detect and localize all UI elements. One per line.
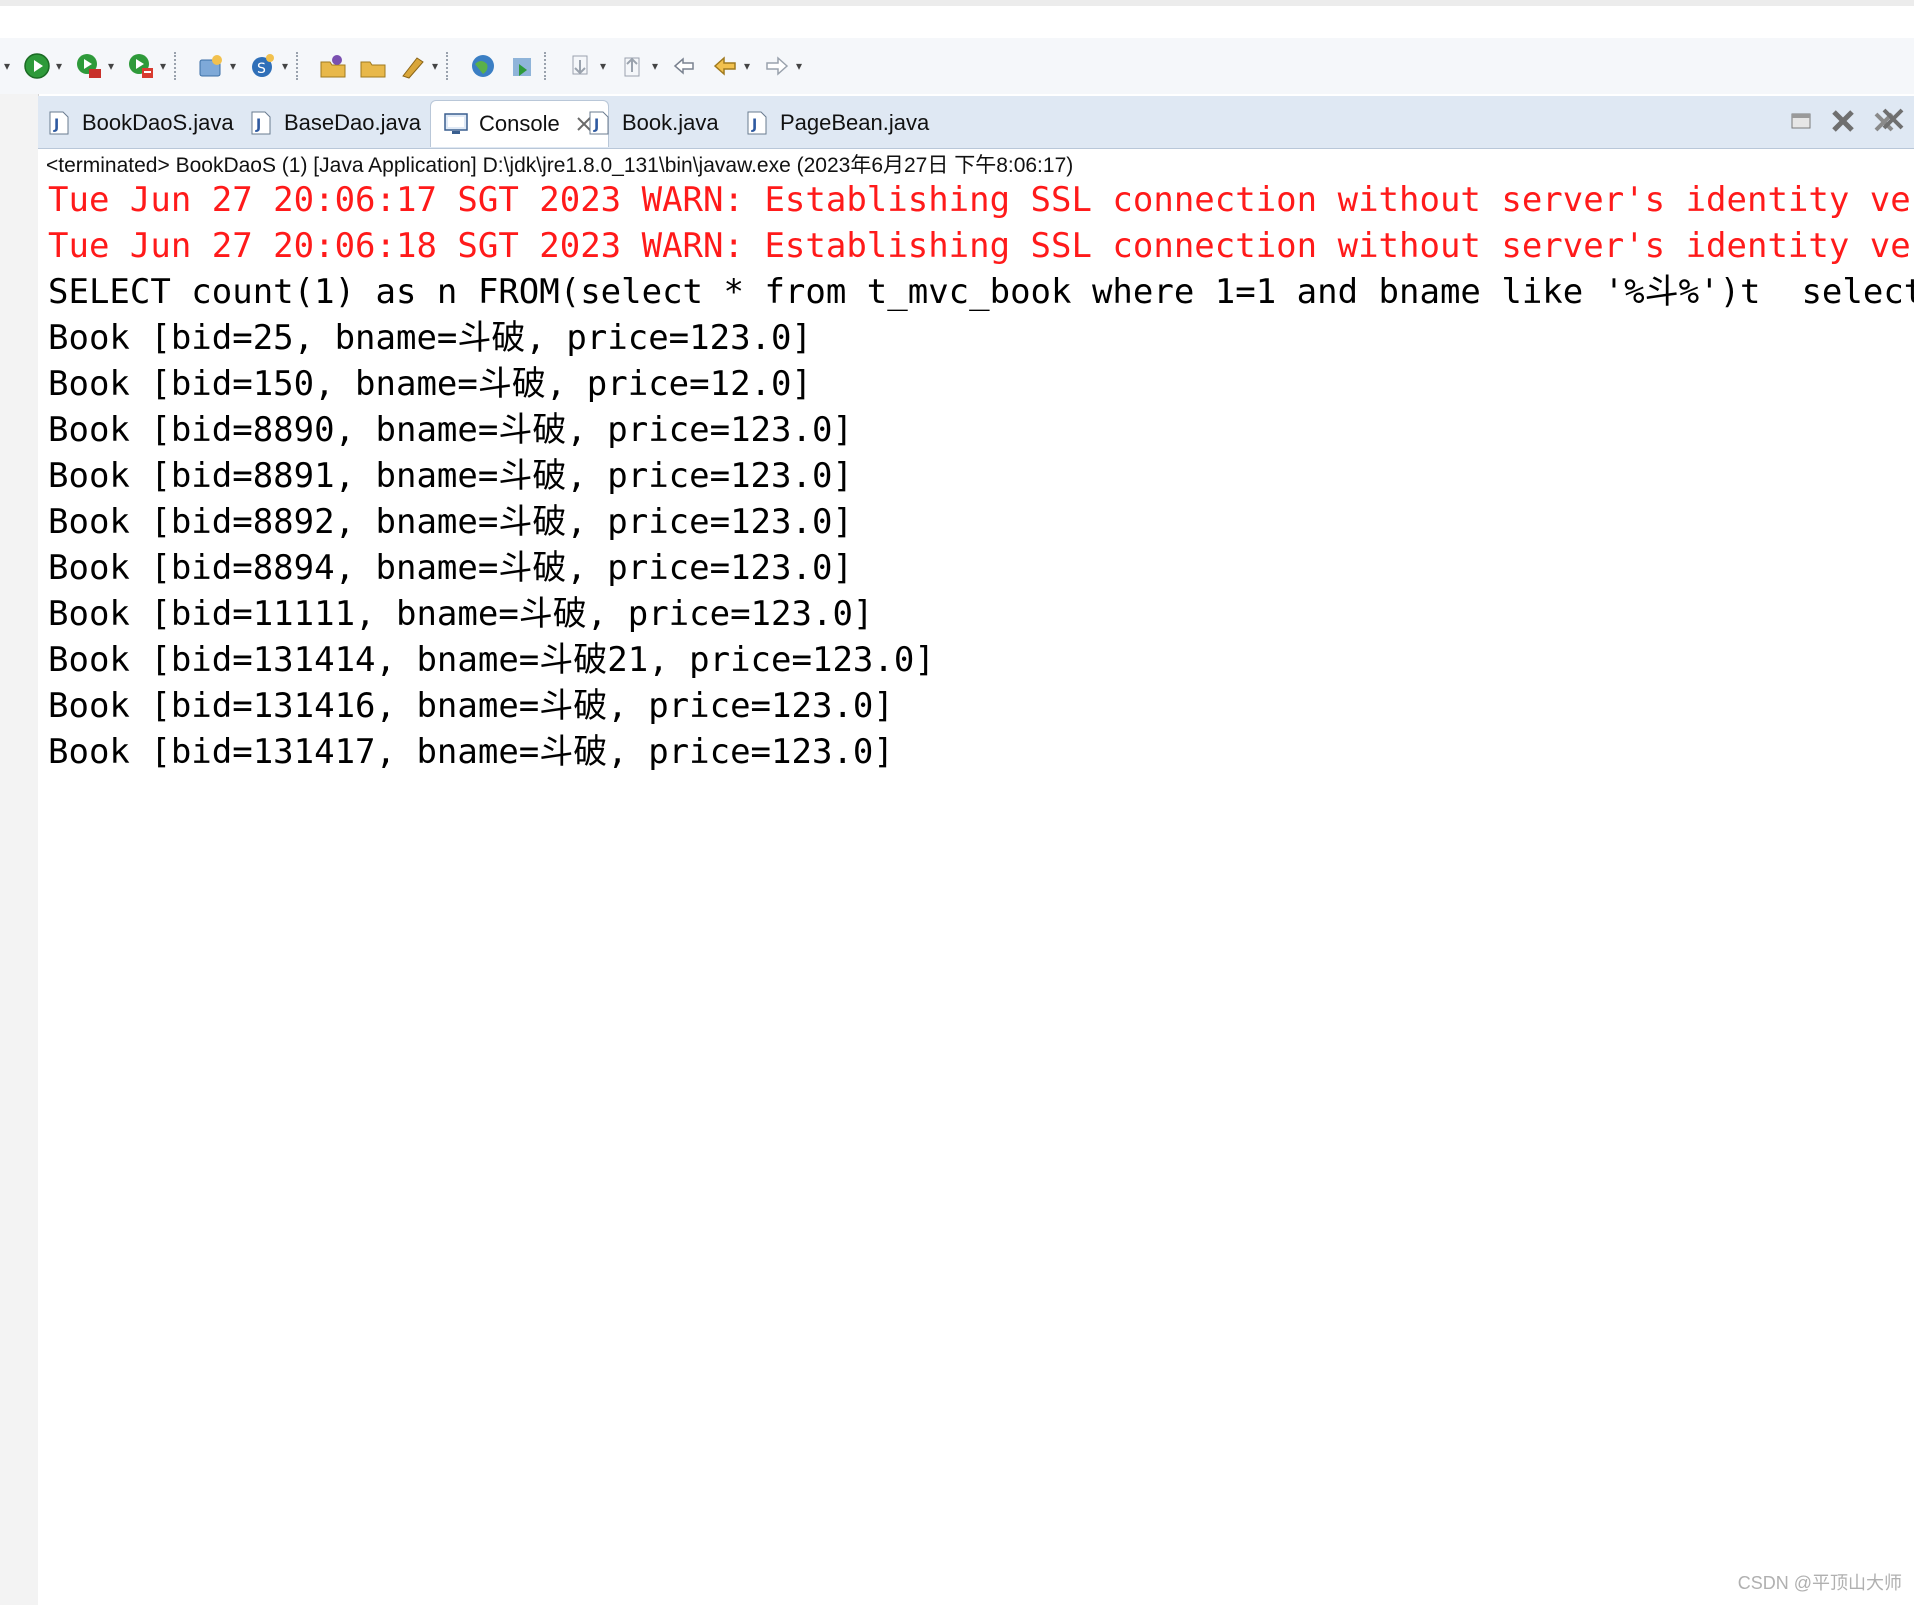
open-type-icon[interactable] (318, 51, 348, 81)
console-status-line: <terminated> BookDaoS (1) [Java Applicat… (38, 149, 1914, 183)
java-file-icon: J (248, 110, 274, 136)
svg-text:S: S (257, 61, 266, 77)
console-line: Tue Jun 27 20:06:18 SGT 2023 WARN: Estab… (48, 226, 1914, 266)
tab-console[interactable]: Console (430, 100, 609, 147)
console-line: Book [bid=131417, bname=斗破, price=123.0] (48, 732, 894, 772)
console-output[interactable]: Tue Jun 27 20:06:17 SGT 2023 WARN: Estab… (38, 183, 1914, 1605)
remove-all-terminated-icon[interactable] (1872, 106, 1906, 140)
console-line: Book [bid=131416, bname=斗破, price=123.0] (48, 686, 894, 726)
console-line: Book [bid=8890, bname=斗破, price=123.0] (48, 410, 853, 450)
web-browser-icon[interactable] (468, 51, 498, 81)
svg-text:J: J (255, 117, 261, 133)
new-class-dropdown[interactable]: ▾ (280, 51, 290, 81)
tab-label: Console (479, 111, 560, 136)
forward-icon[interactable] (762, 51, 792, 81)
previous-annotation-dropdown[interactable]: ▾ (650, 51, 660, 81)
console-line: Book [bid=150, bname=斗破, price=12.0] (48, 364, 812, 404)
search-icon[interactable] (398, 51, 428, 81)
search-dropdown[interactable]: ▾ (430, 51, 440, 81)
tab-label: BaseDao.java (284, 110, 421, 135)
tab-label: BookDaoS.java (82, 110, 234, 135)
forward-dropdown[interactable]: ▾ (794, 51, 804, 81)
console-line: Book [bid=25, bname=斗破, price=123.0] (48, 318, 812, 358)
console-icon (443, 111, 469, 137)
main-toolbar: ▾ ▾ ▾ ▾ ▾ S ▾ ▾ ▾ ▾ ▾ ▾ (0, 38, 1914, 94)
run-icon[interactable] (22, 51, 52, 81)
new-java-project-icon[interactable] (196, 51, 226, 81)
editor-tab-bar: J BookDaoS.java J BaseDao.java Console J… (38, 96, 1914, 149)
svg-text:J: J (593, 117, 599, 133)
toolbar-separator (296, 52, 302, 80)
java-file-icon: J (586, 110, 612, 136)
console-line: Book [bid=131414, bname=斗破21, price=123.… (48, 640, 935, 680)
toolbar-separator (174, 52, 180, 80)
console-line: Book [bid=8892, bname=斗破, price=123.0] (48, 502, 853, 542)
back-dropdown[interactable]: ▾ (742, 51, 752, 81)
run-dropdown[interactable]: ▾ (54, 51, 64, 81)
external-tools-dropdown[interactable]: ▾ (158, 51, 168, 81)
next-annotation-dropdown[interactable]: ▾ (598, 51, 608, 81)
watermark: CSDN @平顶山大师 (1737, 1573, 1902, 1593)
svg-text:J: J (751, 117, 757, 133)
back-icon[interactable] (710, 51, 740, 81)
tab-pagebean-java[interactable]: J PageBean.java (744, 100, 929, 146)
view-controls (1788, 106, 1906, 140)
debug-dropdown[interactable]: ▾ (2, 51, 12, 81)
tab-basedao-java[interactable]: J BaseDao.java (248, 100, 421, 146)
open-task-icon[interactable] (358, 51, 388, 81)
last-edit-location-icon[interactable] (670, 51, 700, 81)
left-sidebar-strip (0, 94, 39, 1605)
console-line: Book [bid=8891, bname=斗破, price=123.0] (48, 456, 853, 496)
coverage-dropdown[interactable]: ▾ (106, 51, 116, 81)
tab-label: Book.java (622, 110, 719, 135)
tab-book-java[interactable]: J Book.java (586, 100, 719, 146)
eclipse-window: ▾ ▾ ▾ ▾ ▾ S ▾ ▾ ▾ ▾ ▾ ▾ J BookDaoS.java … (0, 0, 1914, 1605)
tab-label: PageBean.java (780, 110, 930, 135)
toolbar-separator (544, 52, 550, 80)
tab-bookdaos-java[interactable]: J BookDaoS.java (46, 100, 234, 146)
svg-text:J: J (53, 117, 59, 133)
new-project-dropdown[interactable]: ▾ (228, 51, 238, 81)
console-line: Book [bid=8894, bname=斗破, price=123.0] (48, 548, 853, 588)
minimize-icon[interactable] (1788, 108, 1814, 138)
console-line: Book [bid=11111, bname=斗破, price=123.0] (48, 594, 874, 634)
java-file-icon: J (46, 110, 72, 136)
console-line: SELECT count(1) as n FROM(select * from … (48, 272, 1914, 312)
new-class-icon[interactable]: S (248, 51, 278, 81)
external-tools-icon[interactable] (126, 51, 156, 81)
title-strip (0, 0, 1914, 6)
run-coverage-icon[interactable] (74, 51, 104, 81)
console-line: Tue Jun 27 20:06:17 SGT 2023 WARN: Estab… (48, 183, 1914, 220)
next-annotation-icon[interactable] (566, 51, 596, 81)
remove-launch-icon[interactable] (1828, 106, 1858, 140)
toggle-annotations-icon[interactable] (508, 51, 538, 81)
toolbar-separator (446, 52, 452, 80)
previous-annotation-icon[interactable] (618, 51, 648, 81)
java-file-icon: J (744, 110, 770, 136)
